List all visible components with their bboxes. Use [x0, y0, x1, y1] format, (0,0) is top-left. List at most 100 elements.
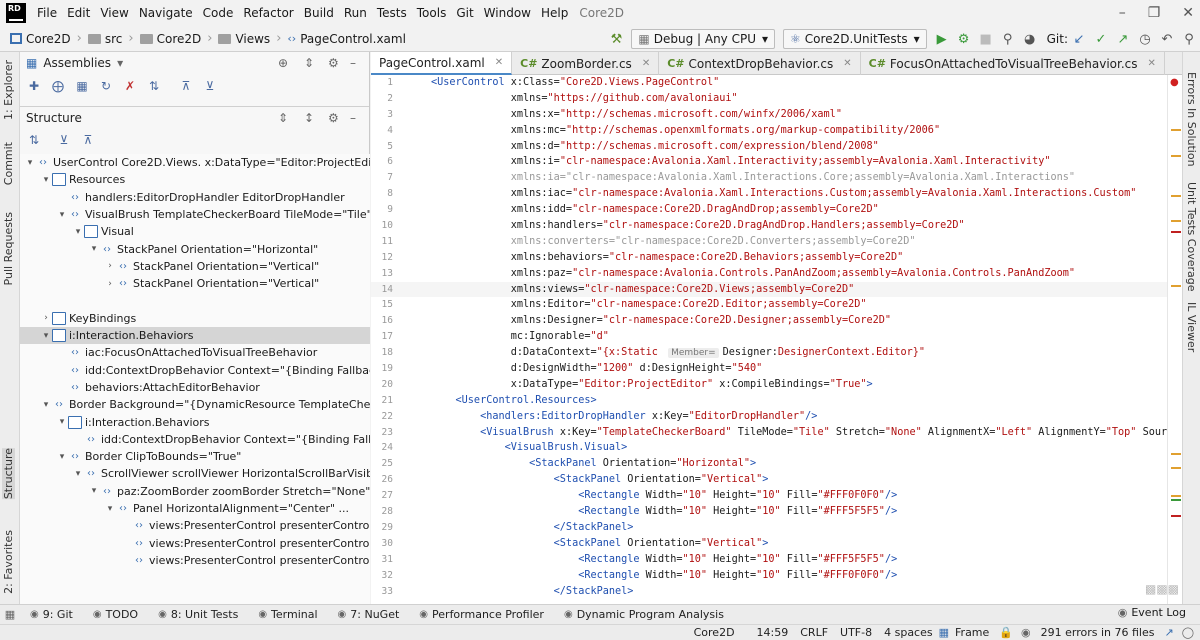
tree-row[interactable]: ▾ ‹› ScrollViewer scrollViewer HorizontalS…	[20, 465, 370, 482]
inspection-icon[interactable]: ◉	[1017, 626, 1035, 639]
code-line[interactable]: </StackPanel>	[431, 520, 1167, 536]
chevron-down-icon[interactable]: ▾	[24, 158, 36, 168]
breadcrumb-item[interactable]: src	[84, 32, 127, 46]
menu-tests[interactable]: Tests	[372, 0, 412, 26]
tree-row[interactable]: ▾ i:Interaction.Behaviors	[20, 413, 370, 430]
breadcrumb-item[interactable]: Core2D	[6, 32, 75, 46]
menu-git[interactable]: Git	[451, 0, 478, 26]
rollback-icon[interactable]: ↶	[1156, 32, 1178, 47]
minimize-icon[interactable]: –	[1119, 5, 1126, 21]
tree-row[interactable]: ‹› handlers:EditorDropHandler EditorDropH…	[20, 189, 370, 206]
assemblies-title[interactable]: Assemblies	[43, 56, 111, 70]
code-line[interactable]: <Rectangle Width="10" Height="10" Fill="…	[431, 552, 1167, 568]
chevron-right-icon[interactable]: ›	[104, 261, 116, 271]
attach-icon[interactable]: ⚲	[997, 32, 1019, 47]
code-line[interactable]: xmlns:behaviors="clr-namespace:Core2D.Be…	[431, 250, 1167, 266]
tree-row[interactable]: ▾ Resources	[20, 171, 370, 188]
code-line[interactable]: xmlns:idd="clr-namespace:Core2D.DragAndD…	[431, 202, 1167, 218]
sort-icon[interactable]: ⇅	[146, 79, 162, 93]
code-line[interactable]: mc:Ignorable="d"	[431, 329, 1167, 345]
code-line[interactable]: xmlns:d="http://schemas.microsoft.com/ex…	[431, 139, 1167, 155]
code-line[interactable]: <StackPanel Orientation="Vertical">	[431, 472, 1167, 488]
close-tab-icon[interactable]: ✕	[1148, 58, 1156, 69]
configuration-select[interactable]: ▦ Debug | Any CPU ▾	[631, 29, 776, 49]
event-log-button[interactable]: ◉ Event Log	[1118, 606, 1186, 619]
code-line[interactable]: xmlns:ia="clr-namespace:Avalonia.Xaml.In…	[431, 170, 1167, 186]
tree-row[interactable]	[20, 292, 370, 309]
code-line[interactable]: d:DataContext="{x:Static Member= Designer…	[431, 345, 1167, 361]
tree-row[interactable]: ▾ ‹› Panel HorizontalAlignment="Center" ..…	[20, 500, 370, 517]
history-icon[interactable]: ◷	[1134, 32, 1156, 47]
tree-row[interactable]: ▾ ‹› StackPanel Orientation="Horizontal"	[20, 240, 370, 257]
search-icon[interactable]: ⚲	[1178, 32, 1200, 47]
menu-refactor[interactable]: Refactor	[238, 0, 298, 26]
editor-tab[interactable]: PageControl.xaml ✕	[371, 52, 513, 75]
menu-navigate[interactable]: Navigate	[134, 0, 198, 26]
chevron-right-icon[interactable]: ›	[40, 313, 52, 323]
status-errors[interactable]: 291 errors in 76 files	[1035, 626, 1161, 639]
code-line[interactable]: xmlns:converters="clr-namespace:Core2D.C…	[431, 234, 1167, 250]
close-icon[interactable]: ✕	[1182, 5, 1194, 21]
tree-row[interactable]: ▾ ‹› UserControl Core2D.Views. x:DataType=…	[20, 154, 370, 171]
chevron-down-icon[interactable]: ▾	[40, 175, 52, 185]
coverage-icon[interactable]: ◕	[1019, 32, 1041, 47]
chevron-down-icon[interactable]: ▾	[72, 227, 84, 237]
hide-icon[interactable]: –	[350, 56, 356, 70]
code-line[interactable]: xmlns:paz="clr-namespace:Avalonia.Contro…	[431, 266, 1167, 282]
menu-build[interactable]: Build	[299, 0, 339, 26]
close-tab-icon[interactable]: ✕	[843, 58, 851, 69]
code-line[interactable]: xmlns:views="clr-namespace:Core2D.Views;…	[431, 281, 1167, 298]
collapse-icon[interactable]: ⇕	[278, 111, 288, 125]
build-hammer-icon[interactable]: ⚒	[605, 32, 627, 47]
commit-tab[interactable]: Commit	[2, 142, 15, 185]
tree-row[interactable]: ▾ ‹› paz:ZoomBorder zoomBorder Stretch="No…	[20, 483, 370, 500]
bottom-tool-analysis[interactable]: ◉ Dynamic Program Analysis	[554, 608, 734, 621]
chevron-down-icon[interactable]: ▾	[88, 486, 100, 496]
bottom-tool-git[interactable]: ◉ 9: Git	[20, 608, 83, 621]
explorer-tab[interactable]: 1: Explorer	[2, 60, 15, 120]
git-commit-icon[interactable]: ✓	[1090, 32, 1112, 47]
tree-row[interactable]: ‹› iac:FocusOnAttachedToVisualTreeBehavio…	[20, 344, 370, 361]
code-line[interactable]: <StackPanel Orientation="Horizontal">	[431, 456, 1167, 472]
code-area[interactable]: <UserControl x:Class="Core2D.Views.PageC…	[431, 75, 1167, 604]
status-encoding[interactable]: UTF-8	[834, 626, 878, 639]
notifications-icon[interactable]: ◯	[1178, 626, 1200, 639]
il-viewer-tab[interactable]: IL Viewer	[1185, 302, 1198, 352]
run-icon[interactable]: ▶	[931, 32, 953, 47]
code-line[interactable]: xmlns:Designer="clr-namespace:Core2D.Des…	[431, 313, 1167, 329]
code-line[interactable]: xmlns:iac="clr-namespace:Avalonia.Xaml.I…	[431, 186, 1167, 202]
chevron-down-icon[interactable]: ▾	[88, 244, 100, 254]
tree-row[interactable]: ▾ ‹› Border ClipToBounds="True"	[20, 448, 370, 465]
tree-row[interactable]: ▾ i:Interaction.Behaviors	[20, 326, 370, 345]
target-icon[interactable]: ⊕	[278, 56, 288, 70]
chevron-down-icon[interactable]: ▾	[56, 452, 68, 462]
code-line[interactable]: <VisualBrush x:Key="TemplateCheckerBoard…	[431, 425, 1167, 441]
collapse-all-icon[interactable]: ⊼	[178, 79, 194, 93]
status-caret-position[interactable]: 14:59	[751, 626, 795, 639]
chevron-down-icon[interactable]: ▾	[40, 331, 52, 341]
expand-all-icon[interactable]: ⊻	[56, 133, 72, 147]
status-line-endings[interactable]: CRLF	[794, 626, 834, 639]
tree-row[interactable]: › ‹› StackPanel Orientation="Vertical"	[20, 275, 370, 292]
git-push-icon[interactable]: ↗	[1112, 32, 1134, 47]
breadcrumb-item[interactable]: Views	[214, 32, 274, 46]
lock-icon[interactable]: 🔒	[995, 626, 1017, 639]
chevron-down-icon[interactable]: ▾	[56, 210, 68, 220]
favorites-tab[interactable]: 2: Favorites	[2, 530, 15, 594]
bottom-tool-todo[interactable]: ◉ TODO	[83, 608, 148, 621]
status-frame[interactable]: Frame	[949, 626, 995, 639]
code-line[interactable]: xmlns:Editor="clr-namespace:Core2D.Edito…	[431, 297, 1167, 313]
editor-tab[interactable]: C# ZoomBorder.cs ✕	[512, 52, 660, 75]
bottom-tool-profiler[interactable]: ◉ Performance Profiler	[409, 608, 554, 621]
chevron-right-icon[interactable]: ›	[104, 279, 116, 289]
menu-code[interactable]: Code	[198, 0, 239, 26]
bottom-tool-unit-tests[interactable]: ◉ 8: Unit Tests	[148, 608, 248, 621]
code-line[interactable]: <UserControl.Resources>	[431, 393, 1167, 409]
inspection-widget-icon[interactable]: ▩▩▩	[1145, 582, 1179, 596]
code-line[interactable]: xmlns:mc="http://schemas.openxmlformats.…	[431, 123, 1167, 139]
gear-icon[interactable]: ⚙	[328, 56, 339, 70]
code-line[interactable]: <Rectangle Width="10" Height="10" Fill="…	[431, 568, 1167, 584]
restore-icon[interactable]: ❐	[1148, 5, 1161, 21]
tree-row[interactable]: ‹› behaviors:AttachEditorBehavior	[20, 379, 370, 396]
tree-row[interactable]: ‹› idd:ContextDropBehavior Context="{Bind…	[20, 431, 370, 448]
